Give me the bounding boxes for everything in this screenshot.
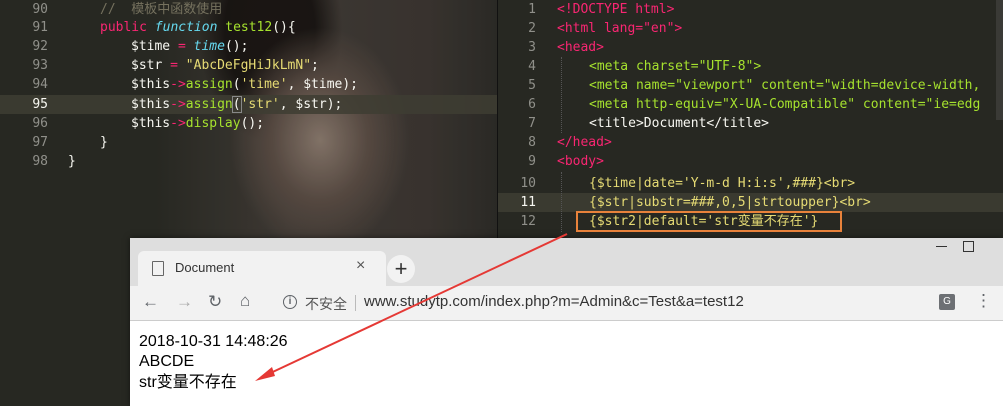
arrow-line — [261, 233, 568, 378]
arrow-head — [255, 367, 275, 381]
annotation-arrow — [255, 233, 568, 381]
